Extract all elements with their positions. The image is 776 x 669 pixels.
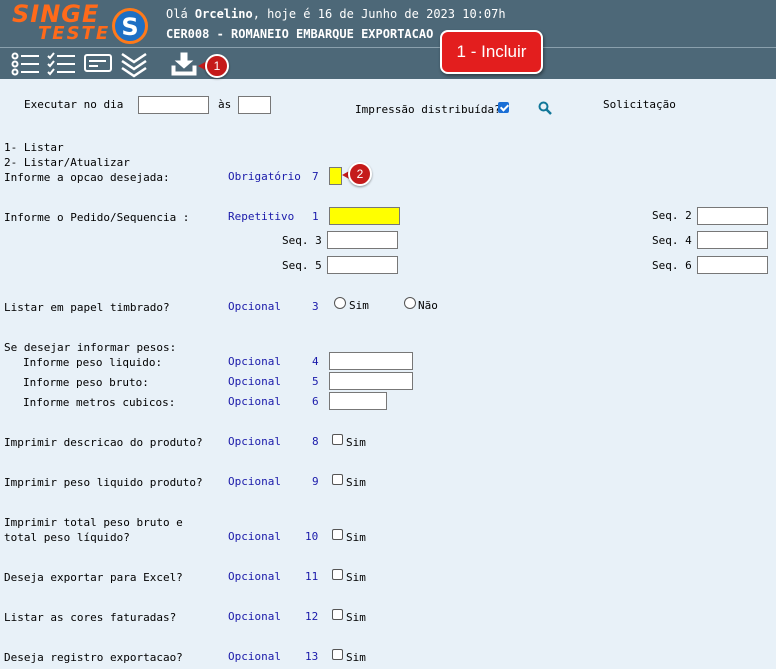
seq3-label: Seq. 3 <box>282 234 322 247</box>
excel-checkbox[interactable] <box>332 569 343 580</box>
exec-time-input[interactable] <box>238 96 271 114</box>
logo-mark-icon: S <box>112 8 148 44</box>
seq6-label: Seq. 6 <box>652 259 692 272</box>
seq5-input[interactable] <box>327 256 398 274</box>
excel-num: 11 <box>305 570 319 583</box>
seq2-label: Seq. 2 <box>652 209 692 222</box>
exec-date-input[interactable] <box>138 96 209 114</box>
logo: SINGE TESTE <box>12 0 111 44</box>
opcao-type: Obrigatório <box>228 170 301 183</box>
descricao-num: 8 <box>312 435 319 448</box>
timbrado-num: 3 <box>312 300 319 313</box>
timbrado-label: Listar em papel timbrado? <box>4 301 170 314</box>
peso-liq-num: 4 <box>312 355 319 368</box>
list-icon[interactable] <box>11 52 41 76</box>
descricao-label: Imprimir descricao do produto? <box>4 436 203 449</box>
greeting: Olá Orcelino, hoje é 16 de Junho de 2023… <box>166 7 506 21</box>
pedido-label: Informe o Pedido/Sequencia : <box>4 211 190 224</box>
seq4-input[interactable] <box>697 231 768 249</box>
pesos-label: Se desejar informar pesos: <box>4 341 177 354</box>
peso-bruto-num: 5 <box>312 375 319 388</box>
user-name: Orcelino <box>194 7 253 21</box>
search-icon[interactable] <box>538 101 552 115</box>
total-peso-type: Opcional <box>228 530 281 543</box>
registro-num: 13 <box>305 650 319 663</box>
cores-type: Opcional <box>228 610 281 623</box>
registro-sim-label: Sim <box>346 651 366 664</box>
seq2-input[interactable] <box>697 207 768 225</box>
dist-checkbox[interactable] <box>498 102 509 113</box>
seq3-input[interactable] <box>327 231 398 249</box>
header-divider <box>0 47 776 48</box>
step-badge-1: 1 <box>205 54 229 78</box>
registro-type: Opcional <box>228 650 281 663</box>
cores-label: Listar as cores faturadas? <box>4 611 177 624</box>
timbrado-type: Opcional <box>228 300 281 313</box>
header-bar: SINGE TESTE S Olá Orcelino, hoje é 16 de… <box>0 0 776 79</box>
cores-num: 12 <box>305 610 319 623</box>
total-peso-label: total peso líquido? <box>4 531 130 544</box>
logo-line2: TESTE <box>38 23 111 44</box>
opcao-label: Informe a opcao desejada: <box>4 171 170 184</box>
step-badge-2: 2 <box>348 162 372 186</box>
registro-checkbox[interactable] <box>332 649 343 660</box>
metros-label: Informe metros cubicos: <box>23 396 176 409</box>
metros-input[interactable] <box>329 392 387 410</box>
seq6-input[interactable] <box>697 256 768 274</box>
pedido-input[interactable] <box>329 207 400 225</box>
option-2-label: 2- Listar/Atualizar <box>4 156 130 169</box>
seq5-label: Seq. 5 <box>282 259 322 272</box>
timbrado-nao-label: Não <box>418 299 438 312</box>
metros-type: Opcional <box>228 395 281 408</box>
excel-type: Opcional <box>228 570 281 583</box>
excel-label: Deseja exportar para Excel? <box>4 571 183 584</box>
option-1-label: 1- Listar <box>4 141 64 154</box>
solic-label: Solicitação <box>603 98 676 111</box>
peso-liq-prod-type: Opcional <box>228 475 281 488</box>
pedido-type: Repetitivo <box>228 210 295 223</box>
peso-liq-prod-num: 9 <box>312 475 319 488</box>
peso-liq-type: Opcional <box>228 355 281 368</box>
timbrado-sim-radio[interactable] <box>334 297 346 309</box>
card-icon[interactable] <box>84 52 114 76</box>
chevrons-down-icon[interactable] <box>120 52 148 78</box>
peso-liq-prod-label: Imprimir peso liquido produto? <box>4 476 203 489</box>
peso-bruto-input[interactable] <box>329 372 413 390</box>
logo-line1: SINGE <box>12 0 100 28</box>
dist-label: Impressão distribuída? <box>355 103 501 116</box>
peso-liq-prod-checkbox[interactable] <box>332 474 343 485</box>
registro-label: Deseja registro exportacao? <box>4 651 183 664</box>
descricao-sim-label: Sim <box>346 436 366 449</box>
cores-sim-label: Sim <box>346 611 366 624</box>
descricao-checkbox[interactable] <box>332 434 343 445</box>
excel-sim-label: Sim <box>346 571 366 584</box>
timbrado-sim-label: Sim <box>349 299 369 312</box>
opcao-num: 7 <box>312 170 319 183</box>
timbrado-nao-radio[interactable] <box>404 297 416 309</box>
pedido-num: 1 <box>312 210 319 223</box>
checklist-icon[interactable] <box>47 52 77 76</box>
total-peso-num: 10 <box>305 530 319 543</box>
peso-liq-prod-sim-label: Sim <box>346 476 366 489</box>
descricao-type: Opcional <box>228 435 281 448</box>
cores-checkbox[interactable] <box>332 609 343 620</box>
total-peso-checkbox[interactable] <box>332 529 343 540</box>
total-peso-sim-label: Sim <box>346 531 366 544</box>
metros-num: 6 <box>312 395 319 408</box>
peso-bruto-type: Opcional <box>228 375 281 388</box>
total-peso-label-line1: Imprimir total peso bruto e <box>4 516 183 529</box>
peso-liq-input[interactable] <box>329 352 413 370</box>
as-label: às <box>218 98 232 111</box>
peso-liq-label: Informe peso liquido: <box>23 356 163 369</box>
opcao-input[interactable] <box>329 167 342 185</box>
page-title: CER008 - ROMANEIO EMBARQUE EXPORTACAO <box>166 27 434 41</box>
peso-bruto-label: Informe peso bruto: <box>23 376 149 389</box>
exec-label: Executar no dia <box>24 98 124 111</box>
download-tray-icon[interactable] <box>171 52 197 76</box>
seq4-label: Seq. 4 <box>652 234 692 247</box>
include-callout: 1 - Incluir <box>440 30 543 74</box>
